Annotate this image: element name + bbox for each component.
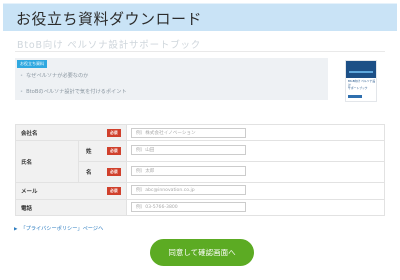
name-label: 氏名 bbox=[21, 160, 33, 166]
intro-item-text: BtoBのペルソナ設計で気を付けるポイント bbox=[26, 89, 127, 95]
row-divider bbox=[16, 182, 384, 183]
required-badge: 必須 bbox=[107, 147, 121, 155]
page-title: お役立ち資料ダウンロード bbox=[16, 10, 203, 28]
agree-and-confirm-button[interactable]: 同意して確認画面へ bbox=[150, 239, 254, 266]
privacy-policy-link[interactable]: ▶ 「プライバシーポリシー」ページへ bbox=[14, 225, 103, 232]
book-cover-thumbnail: BtoB向け ペルソナ設計 サポートブック bbox=[345, 60, 377, 102]
intro-item-text: なぜペルソナが必要なのか bbox=[26, 73, 89, 79]
required-badge: 必須 bbox=[107, 187, 121, 195]
bullet-icon: • bbox=[20, 89, 24, 95]
contact-form: 会社名 必須 氏名 姓 必須 名 必須 メール 必須 電話 bbox=[15, 124, 385, 216]
book-cover-title: BtoB向け ペルソナ設計 サポートブック bbox=[348, 79, 376, 90]
book-cover-band bbox=[346, 61, 376, 78]
column-divider bbox=[126, 125, 127, 215]
email-input[interactable] bbox=[131, 185, 246, 195]
intro-badge: お役立ち資料 bbox=[17, 60, 47, 68]
required-badge: 必須 bbox=[107, 129, 121, 137]
company-label: 会社名 bbox=[21, 131, 38, 137]
book-logo bbox=[348, 95, 362, 98]
first-name-label: 名 bbox=[86, 170, 92, 176]
required-badge: 必須 bbox=[107, 168, 121, 176]
triangle-right-icon: ▶ bbox=[14, 227, 18, 232]
row-divider bbox=[16, 140, 384, 141]
first-name-input[interactable] bbox=[131, 166, 246, 176]
bullet-icon: • bbox=[20, 73, 24, 79]
document-subtitle: BtoB向け ペルソナ設計サポートブック bbox=[17, 40, 202, 51]
column-divider bbox=[78, 140, 79, 182]
phone-label: 電話 bbox=[21, 206, 33, 212]
row-divider bbox=[16, 199, 384, 200]
privacy-policy-label: 「プライバシーポリシー」ページへ bbox=[20, 226, 104, 232]
header-banner: お役立ち資料ダウンロード bbox=[3, 3, 397, 31]
intro-item: • BtoBのペルソナ設計で気を付けるポイント bbox=[20, 88, 127, 95]
divider bbox=[15, 51, 385, 52]
row-divider bbox=[78, 161, 384, 162]
company-input[interactable] bbox=[131, 128, 246, 138]
last-name-input[interactable] bbox=[131, 145, 246, 155]
last-name-label: 姓 bbox=[86, 149, 92, 155]
email-label: メール bbox=[21, 189, 38, 195]
intro-item: • なぜペルソナが必要なのか bbox=[20, 72, 88, 79]
download-page: お役立ち資料ダウンロード BtoB向け ペルソナ設計サポートブック お役立ち資料… bbox=[0, 0, 400, 280]
phone-input[interactable] bbox=[131, 202, 246, 212]
